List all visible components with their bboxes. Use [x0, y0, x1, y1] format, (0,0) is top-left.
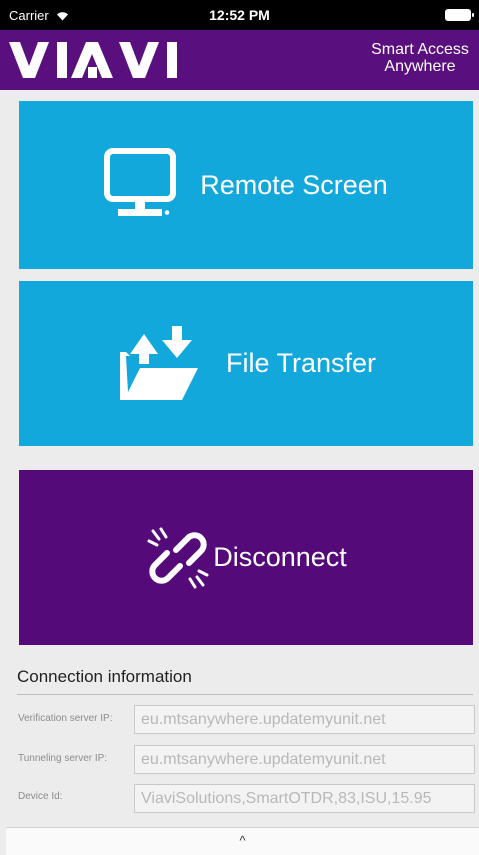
remote-screen-label: Remote Screen [200, 169, 388, 200]
file-transfer-button[interactable]: File Transfer [19, 281, 473, 446]
remote-screen-button[interactable]: Remote Screen [19, 101, 473, 269]
collapse-toggle[interactable]: ^ [6, 827, 479, 855]
device-id-label: Device Id: [18, 791, 63, 802]
connection-info-title: Connection information [17, 667, 192, 686]
tunneling-server-field[interactable]: eu.mtsanywhere.updatemyunit.net [134, 745, 475, 774]
status-bar: Carrier 12:52 PM [0, 0, 479, 30]
connection-info-panel: Connection information Verification serv… [6, 657, 479, 827]
verification-server-field[interactable]: eu.mtsanywhere.updatemyunit.net [134, 705, 475, 734]
divider [17, 694, 473, 695]
device-id-value: ViaviSolutions,SmartOTDR,83,ISU,15.95 [141, 790, 432, 807]
app-header: Smart Access Anywhere [0, 30, 479, 90]
device-id-field[interactable]: ViaviSolutions,SmartOTDR,83,ISU,15.95 [134, 784, 475, 813]
folder-transfer-icon [119, 325, 198, 400]
tagline-line-1: Smart Access [371, 41, 469, 58]
disconnect-button[interactable]: Disconnect [19, 470, 473, 645]
disconnect-label: Disconnect [213, 542, 347, 572]
viavi-logo [9, 42, 177, 78]
tunneling-server-label: Tunneling server IP: [18, 753, 108, 764]
battery-icon [445, 9, 474, 21]
file-transfer-label: File Transfer [225, 348, 377, 378]
monitor-icon [104, 148, 177, 216]
app-tagline: Smart Access Anywhere [361, 41, 479, 75]
verification-server-label: Verification server IP: [18, 713, 113, 724]
broken-link-icon [147, 527, 209, 588]
status-time: 12:52 PM [209, 7, 270, 23]
tagline-line-2: Anywhere [384, 58, 456, 75]
